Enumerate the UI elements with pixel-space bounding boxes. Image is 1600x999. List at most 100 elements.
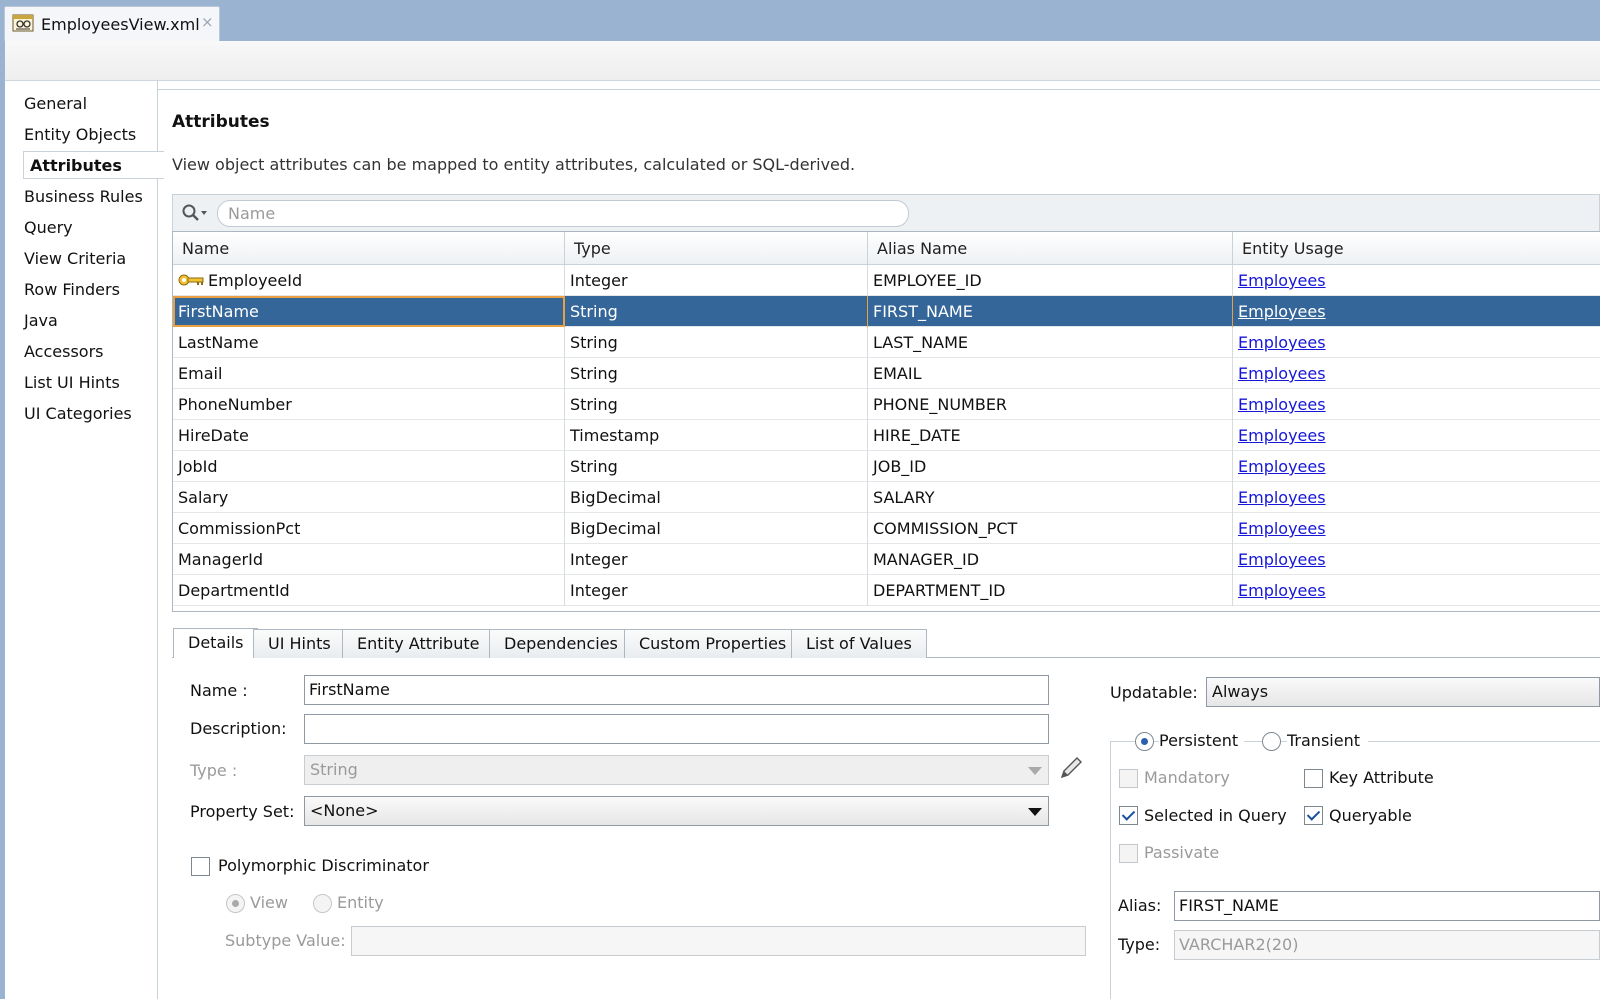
cell-type[interactable]: BigDecimal [565,482,868,513]
table-row[interactable]: HireDate Timestamp HIRE_DATE Employees [173,420,1600,451]
tab-dependencies[interactable]: Dependencies [489,629,633,658]
table-row[interactable]: PhoneNumber String PHONE_NUMBER Employees [173,389,1600,420]
entity-usage-link[interactable]: Employees [1238,550,1326,569]
entity-usage-link[interactable]: Employees [1238,488,1326,507]
entity-usage-link[interactable]: Employees [1238,364,1326,383]
nav-item-attributes[interactable]: Attributes [23,151,164,179]
table-row[interactable]: JobId String JOB_ID Employees [173,451,1600,482]
cell-name[interactable]: LastName [173,327,565,358]
cell-type[interactable]: String [565,389,868,420]
entity-usage-link[interactable]: Employees [1238,395,1326,414]
column-header-alias-name[interactable]: Alias Name [868,232,1233,265]
selected-in-query-checkbox[interactable] [1119,806,1138,825]
table-row[interactable]: Email String EMAIL Employees [173,358,1600,389]
nav-item-entity-objects[interactable]: Entity Objects [24,121,136,149]
cell-alias-name[interactable]: EMAIL [868,358,1233,389]
key-attribute-checkbox[interactable] [1304,769,1323,788]
polymorphic-discriminator-checkbox[interactable] [191,857,210,876]
cell-name[interactable]: ManagerId [173,544,565,575]
nav-item-query[interactable]: Query [24,214,73,242]
search-input[interactable] [217,200,909,227]
tab-entity-attribute[interactable]: Entity Attribute [342,629,495,658]
cell-alias-name[interactable]: JOB_ID [868,451,1233,482]
tab-custom-properties[interactable]: Custom Properties [624,629,802,658]
cell-name[interactable]: DepartmentId [173,575,565,606]
cell-alias-name[interactable]: COMMISSION_PCT [868,513,1233,544]
cell-type[interactable]: String [565,327,868,358]
cell-type[interactable]: Integer [565,544,868,575]
transient-radio[interactable] [1262,732,1281,751]
nav-item-accessors[interactable]: Accessors [24,338,103,366]
cell-alias-name[interactable]: DEPARTMENT_ID [868,575,1233,606]
cell-type[interactable]: BigDecimal [565,513,868,544]
table-row[interactable]: LastName String LAST_NAME Employees [173,327,1600,358]
column-header-entity-usage[interactable]: Entity Usage [1233,232,1600,265]
updatable-dropdown[interactable]: Always [1206,677,1600,707]
property-set-label: Property Set: [190,802,295,821]
close-icon[interactable]: × [201,13,214,31]
nav-item-row-finders[interactable]: Row Finders [24,276,120,304]
cell-type[interactable]: String [565,296,868,327]
nav-item-list-ui-hints[interactable]: List UI Hints [24,369,120,397]
nav-item-ui-categories[interactable]: UI Categories [24,400,132,428]
queryable-checkbox[interactable] [1304,806,1323,825]
nav-item-java[interactable]: Java [24,307,58,335]
cell-alias-name[interactable]: HIRE_DATE [868,420,1233,451]
nav-item-business-rules[interactable]: Business Rules [24,183,143,211]
editor-tab-employees-view[interactable]: EmployeesView.xml × [4,6,220,42]
cell-name[interactable]: EmployeeId [173,265,565,296]
cell-name[interactable]: Salary [173,482,565,513]
cell-type[interactable]: Integer [565,575,868,606]
table-row[interactable]: ManagerId Integer MANAGER_ID Employees [173,544,1600,575]
cell-name[interactable]: Email [173,358,565,389]
tab-ui-hints[interactable]: UI Hints [253,629,346,658]
table-row[interactable]: EmployeeId Integer EMPLOYEE_ID Employees [173,265,1600,296]
tab-list-of-values[interactable]: List of Values [791,629,927,658]
cell-type[interactable]: Timestamp [565,420,868,451]
attribute-name: FirstName [178,302,259,321]
tab-details[interactable]: Details [173,628,259,658]
entity-usage-link[interactable]: Employees [1238,457,1326,476]
entity-usage-link[interactable]: Employees [1238,333,1326,352]
nav-item-general[interactable]: General [24,90,87,118]
description-field[interactable] [304,714,1049,744]
name-field[interactable]: FirstName [304,675,1049,705]
entity-usage-link[interactable]: Employees [1238,581,1326,600]
cell-alias-name[interactable]: LAST_NAME [868,327,1233,358]
cell-alias-name[interactable]: EMPLOYEE_ID [868,265,1233,296]
entity-usage-link[interactable]: Employees [1238,519,1326,538]
entity-usage-link[interactable]: Employees [1238,426,1326,445]
persistent-radio[interactable] [1135,732,1154,751]
cell-entity-usage: Employees [1233,544,1600,575]
cell-entity-usage: Employees [1233,296,1600,327]
table-row[interactable]: Salary BigDecimal SALARY Employees [173,482,1600,513]
cell-name[interactable]: PhoneNumber [173,389,565,420]
column-header-name[interactable]: Name [173,232,565,265]
cell-type[interactable]: Integer [565,265,868,296]
cell-name[interactable]: JobId [173,451,565,482]
property-set-dropdown[interactable]: <None> [304,796,1049,826]
cell-entity-usage: Employees [1233,327,1600,358]
cell-alias-name[interactable]: FIRST_NAME [868,296,1233,327]
cell-alias-name[interactable]: PHONE_NUMBER [868,389,1233,420]
entity-usage-link[interactable]: Employees [1238,302,1326,321]
search-icon[interactable] [181,203,209,223]
transient-radio-label: Transient [1287,731,1368,750]
cell-alias-name[interactable]: MANAGER_ID [868,544,1233,575]
table-row[interactable]: DepartmentId Integer DEPARTMENT_ID Employee… [173,575,1600,606]
cell-type[interactable]: String [565,358,868,389]
cell-name[interactable]: CommissionPct [173,513,565,544]
cell-type[interactable]: String [565,451,868,482]
nav-item-view-criteria[interactable]: View Criteria [24,245,126,273]
table-row[interactable]: FirstName String FIRST_NAME Employees [173,296,1600,327]
alias-field[interactable]: FIRST_NAME [1174,891,1600,921]
cell-name[interactable]: FirstName [173,296,565,327]
polymorphic-discriminator-label: Polymorphic Discriminator [218,856,429,875]
entity-usage-link[interactable]: Employees [1238,271,1326,290]
subtype-value-label: Subtype Value: [225,931,346,950]
table-row[interactable]: CommissionPct BigDecimal COMMISSION_PCT Emp… [173,513,1600,544]
cell-alias-name[interactable]: SALARY [868,482,1233,513]
cell-name[interactable]: HireDate [173,420,565,451]
column-header-type[interactable]: Type [565,232,868,265]
edit-pencil-icon[interactable] [1058,755,1084,781]
